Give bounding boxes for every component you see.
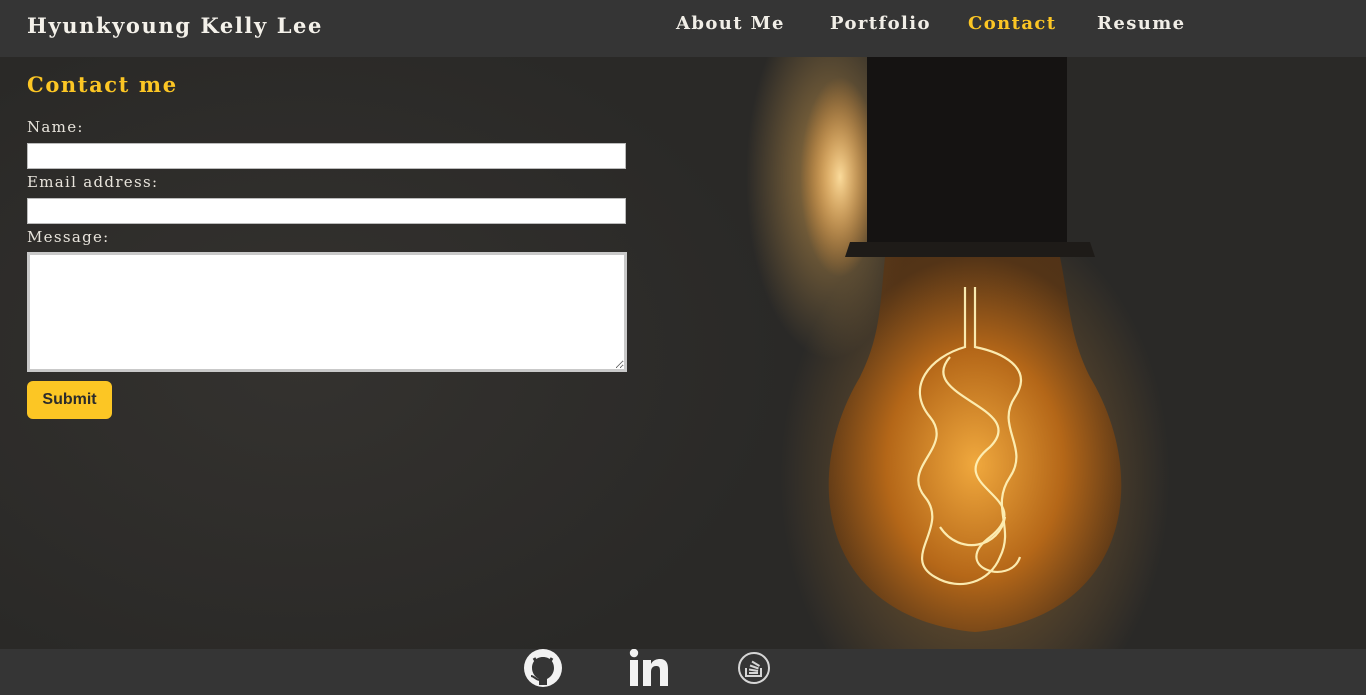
name-field[interactable] (27, 143, 626, 169)
nav-contact[interactable]: Contact (968, 13, 1056, 34)
name-label: Name: (27, 118, 84, 136)
nav-resume[interactable]: Resume (1097, 13, 1186, 34)
email-field[interactable] (27, 198, 626, 224)
email-label: Email address: (27, 173, 159, 191)
submit-button[interactable]: Submit (27, 381, 112, 419)
github-icon[interactable] (520, 649, 566, 689)
linkedin-icon[interactable] (626, 648, 672, 689)
message-label: Message: (27, 228, 110, 246)
stackoverflow-icon[interactable] (732, 649, 778, 689)
brand-name[interactable]: Hyunkyoung Kelly Lee (27, 13, 323, 38)
nav-about-me[interactable]: About Me (676, 13, 785, 34)
top-navbar: Hyunkyoung Kelly Lee About Me Portfolio … (0, 0, 1366, 57)
message-field[interactable] (27, 252, 627, 372)
page-title: Contact me (27, 72, 178, 97)
nav-portfolio[interactable]: Portfolio (830, 13, 931, 34)
footer-social-bar (0, 648, 1366, 695)
